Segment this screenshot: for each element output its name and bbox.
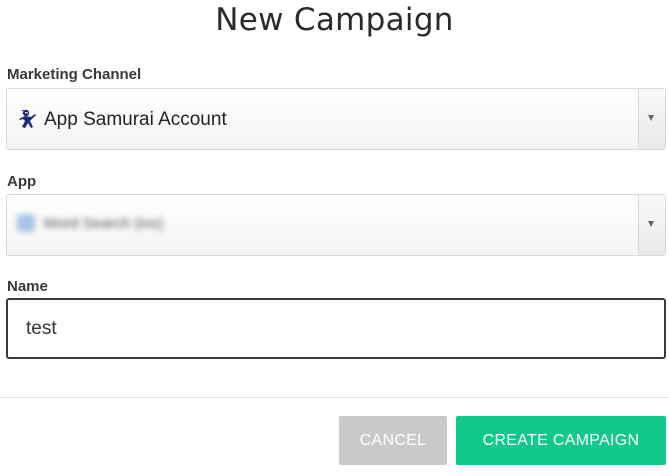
marketing-channel-value: App Samurai Account (44, 109, 227, 130)
cancel-button[interactable]: CANCEL (339, 416, 447, 465)
caret-down-icon (648, 221, 654, 227)
marketing-channel-select[interactable]: App Samurai Account (6, 88, 666, 150)
dropdown-toggle[interactable] (638, 195, 665, 255)
name-label: Name (7, 278, 48, 295)
app-value: Word Search (ios) (43, 214, 164, 232)
dropdown-toggle[interactable] (638, 89, 665, 149)
dialog-title: New Campaign (215, 2, 454, 38)
marketing-channel-selected: App Samurai Account (17, 108, 227, 132)
caret-down-icon (648, 115, 654, 121)
app-label: App (7, 173, 37, 190)
footer-divider (0, 397, 669, 398)
new-campaign-dialog: New Campaign Marketing Channel App Samur… (0, 0, 669, 476)
app-selected-blurred: Word Search (ios) (17, 214, 164, 232)
name-input[interactable] (6, 298, 666, 359)
create-campaign-button[interactable]: CREATE CAMPAIGN (456, 416, 666, 465)
samurai-ninja-icon (19, 109, 36, 128)
marketing-channel-label: Marketing Channel (7, 66, 142, 83)
app-selected: Word Search (ios) (17, 214, 164, 232)
app-select[interactable]: Word Search (ios) (6, 194, 666, 256)
app-icon (17, 214, 35, 232)
